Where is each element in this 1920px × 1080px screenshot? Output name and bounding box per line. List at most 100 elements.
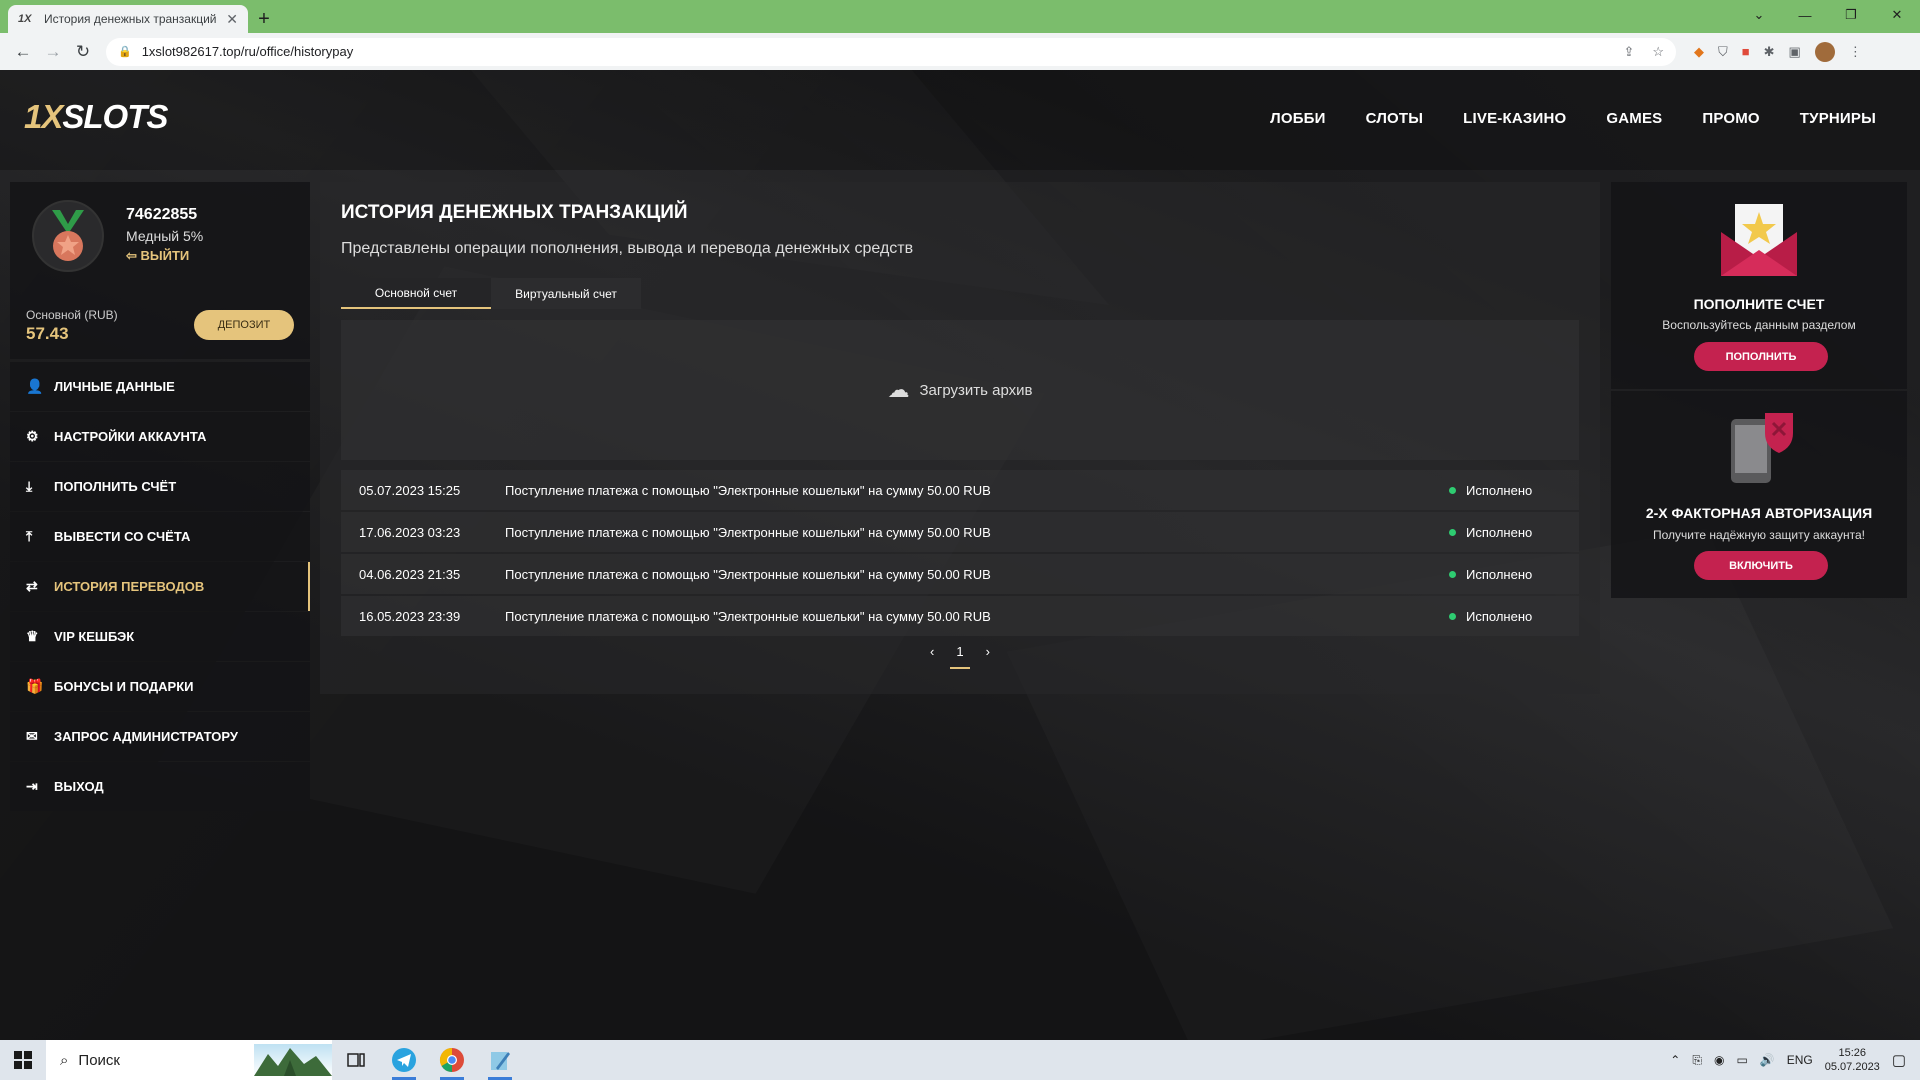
transfer-icon: ⇄ bbox=[26, 578, 38, 594]
menu-item-withdraw[interactable]: ⤒ ВЫВЕСТИ СО СЧЁТА bbox=[10, 512, 310, 561]
notifications-icon[interactable]: ▢ bbox=[1892, 1051, 1906, 1069]
rank-medal-icon bbox=[32, 200, 104, 272]
show-hidden-icons-icon[interactable]: ⌃ bbox=[1670, 1053, 1680, 1067]
camera-extension-icon[interactable]: ■ bbox=[1742, 44, 1750, 59]
tab-search-icon[interactable]: ⌄ bbox=[1736, 0, 1782, 30]
search-highlight-image bbox=[254, 1044, 332, 1076]
nav-tournaments[interactable]: ТУРНИРЫ bbox=[1800, 110, 1876, 127]
next-page-button[interactable]: › bbox=[986, 644, 990, 659]
promo-card-2fa: 2-Х ФАКТОРНАЯ АВТОРИЗАЦИЯ Получите надёж… bbox=[1611, 391, 1907, 598]
site-header: 1XSLOTS ЛОББИ СЛОТЫ LIVE-КАЗИНО GAMES ПР… bbox=[0, 70, 1920, 170]
crown-icon: ♛ bbox=[26, 628, 39, 644]
status-dot-icon bbox=[1449, 486, 1456, 494]
page-subtitle: Представлены операции пополнения, вывода… bbox=[341, 240, 914, 257]
promo-enable-2fa-button[interactable]: ВКЛЮЧИТЬ bbox=[1694, 551, 1828, 580]
transaction-date: 05.07.2023 15:25 bbox=[359, 482, 461, 498]
menu-label: ИСТОРИЯ ПЕРЕВОДОВ bbox=[54, 579, 205, 594]
clock[interactable]: 15:26 05.07.2023 bbox=[1825, 1046, 1880, 1074]
status-text: Исполнено bbox=[1466, 482, 1533, 498]
transaction-status: Исполнено bbox=[1449, 525, 1579, 540]
menu-item-transfer-history[interactable]: ⇄ ИСТОРИЯ ПЕРЕВОДОВ bbox=[10, 562, 310, 611]
browser-menu-icon[interactable]: ⋮ bbox=[1849, 44, 1862, 60]
tab-main-account[interactable]: Основной счет bbox=[341, 278, 491, 309]
deposit-button[interactable]: Депозит bbox=[194, 310, 294, 340]
close-window-icon[interactable]: ✕ bbox=[1874, 0, 1920, 30]
menu-item-account-settings[interactable]: ⚙ НАСТРОЙКИ АККАУНТА bbox=[10, 412, 310, 461]
address-bar[interactable]: 🔒 1xslot982617.top/ru/office/historypay … bbox=[106, 37, 1676, 66]
menu-item-bonuses[interactable]: 🎁 БОНУСЫ И ПОДАРКИ bbox=[10, 662, 310, 711]
menu-item-exit[interactable]: ⇥ ВЫХОД bbox=[10, 762, 310, 811]
nav-slots[interactable]: СЛОТЫ bbox=[1366, 110, 1424, 127]
bookmark-star-icon[interactable]: ☆ bbox=[1652, 44, 1664, 60]
language-indicator[interactable]: ENG bbox=[1787, 1053, 1813, 1067]
menu-label: ВЫВЕСТИ СО СЧЁТА bbox=[54, 529, 191, 544]
taskbar-search-input[interactable]: ⌕ Поиск bbox=[46, 1040, 332, 1080]
balance-value: 57.43 bbox=[26, 324, 69, 343]
menu-label: ВЫХОД bbox=[54, 779, 104, 794]
promo-title: ПОПОЛНИТЕ СЧЕТ bbox=[1693, 296, 1825, 312]
extensions-area: ◆ ⛉ ■ ✱ ▣ ⋮ bbox=[1694, 41, 1862, 62]
prev-page-button[interactable]: ‹ bbox=[930, 644, 934, 659]
reload-icon[interactable]: ↻ bbox=[68, 37, 98, 67]
settings-icon: ⚙ bbox=[26, 428, 39, 444]
tab-virtual-account[interactable]: Виртуальный счет bbox=[491, 278, 641, 309]
telegram-app-icon[interactable] bbox=[380, 1040, 428, 1080]
menu-item-admin-request[interactable]: ✉ ЗАПРОС АДМИНИСТРАТОРУ bbox=[10, 712, 310, 761]
download-archive-button[interactable]: ☁ Загрузить архив bbox=[341, 320, 1579, 460]
transaction-status: Исполнено bbox=[1449, 567, 1579, 582]
vpn-icon[interactable]: ◉ bbox=[1714, 1053, 1724, 1067]
logo-prefix: 1X bbox=[24, 98, 63, 135]
forward-icon[interactable]: → bbox=[38, 37, 68, 67]
promo-description: Получите надёжную защиту аккаунта! bbox=[1652, 528, 1865, 542]
close-tab-icon[interactable]: ✕ bbox=[226, 11, 238, 28]
menu-label: БОНУСЫ И ПОДАРКИ bbox=[54, 679, 194, 694]
volume-icon[interactable]: 🔊 bbox=[1760, 1053, 1775, 1067]
transaction-description: Поступление платежа с помощью "Электронн… bbox=[505, 482, 991, 498]
transaction-date: 04.06.2023 21:35 bbox=[359, 566, 461, 582]
os-taskbar: ⌕ Поиск ⌃ ⎘ ◉ ▭ 🔊 ENG 15:26 05.07.2023 ▢ bbox=[0, 1040, 1920, 1080]
nav-games[interactable]: GAMES bbox=[1606, 110, 1662, 127]
promo-card-deposit: ПОПОЛНИТЕ СЧЕТ Воспользуйтесь данным раз… bbox=[1611, 182, 1907, 389]
lock-icon[interactable]: 🔒 bbox=[118, 45, 132, 58]
usb-icon[interactable]: ⎘ bbox=[1692, 1053, 1702, 1068]
table-row: 04.06.2023 21:35 Поступление платежа с п… bbox=[341, 554, 1579, 594]
menu-item-deposit[interactable]: ⤓ ПОПОЛНИТЬ СЧЁТ bbox=[10, 462, 310, 511]
profile-avatar[interactable] bbox=[1814, 41, 1835, 62]
windows-start-icon[interactable] bbox=[0, 1040, 46, 1080]
account-tabs: Основной счет Виртуальный счет bbox=[341, 278, 641, 309]
back-icon[interactable]: ← bbox=[8, 37, 38, 67]
url-text[interactable]: 1xslot982617.top/ru/office/historypay bbox=[142, 44, 1624, 59]
menu-item-personal-data[interactable]: 👤 ЛИЧНЫЕ ДАННЫЕ bbox=[10, 362, 310, 411]
side-panel-icon[interactable]: ▣ bbox=[1789, 44, 1801, 60]
nav-live-casino[interactable]: LIVE-КАЗИНО bbox=[1463, 110, 1566, 127]
puzzle-extensions-icon[interactable]: ✱ bbox=[1764, 44, 1775, 60]
status-text: Исполнено bbox=[1466, 608, 1533, 624]
site-logo[interactable]: 1XSLOTS bbox=[24, 98, 168, 136]
user-rank: Медный 5% bbox=[126, 228, 204, 244]
new-tab-button[interactable]: + bbox=[248, 5, 280, 33]
logout-link[interactable]: ⇦ ВЫЙТИ bbox=[126, 248, 189, 264]
clock-time: 15:26 bbox=[1838, 1047, 1867, 1059]
gift-icon: 🎁 bbox=[26, 678, 44, 694]
share-icon[interactable]: ⇪ bbox=[1623, 44, 1634, 60]
page-number-current[interactable]: 1 bbox=[950, 644, 971, 669]
chrome-app-icon[interactable] bbox=[428, 1040, 476, 1080]
menu-label: НАСТРОЙКИ АККАУНТА bbox=[54, 429, 207, 444]
nav-lobby[interactable]: ЛОББИ bbox=[1270, 110, 1326, 127]
menu-item-vip-cashback[interactable]: ♛ VIP КЕШБЭК bbox=[10, 612, 310, 661]
notepad-app-icon[interactable] bbox=[476, 1040, 524, 1080]
user-icon: 👤 bbox=[26, 378, 44, 394]
restore-icon[interactable]: ❐ bbox=[1828, 0, 1874, 30]
nav-promo[interactable]: ПРОМО bbox=[1702, 110, 1759, 127]
task-view-icon[interactable] bbox=[332, 1040, 380, 1080]
metamask-fox-icon[interactable]: ◆ bbox=[1694, 44, 1704, 60]
shield-extension-icon[interactable]: ⛉ bbox=[1718, 44, 1728, 60]
network-icon[interactable]: ▭ bbox=[1736, 1053, 1747, 1067]
minimize-icon[interactable]: — bbox=[1782, 0, 1828, 30]
promo-deposit-button[interactable]: ПОПОЛНИТЬ bbox=[1694, 342, 1828, 371]
table-row: 17.06.2023 03:23 Поступление платежа с п… bbox=[341, 512, 1579, 552]
transactions-panel: ИСТОРИЯ ДЕНЕЖНЫХ ТРАНЗАКЦИЙ Представлены… bbox=[320, 182, 1600, 694]
search-placeholder: Поиск bbox=[78, 1051, 120, 1069]
browser-tab[interactable]: 1X История денежных транзакций ✕ bbox=[8, 5, 248, 33]
exit-icon: ⇥ bbox=[26, 778, 38, 794]
